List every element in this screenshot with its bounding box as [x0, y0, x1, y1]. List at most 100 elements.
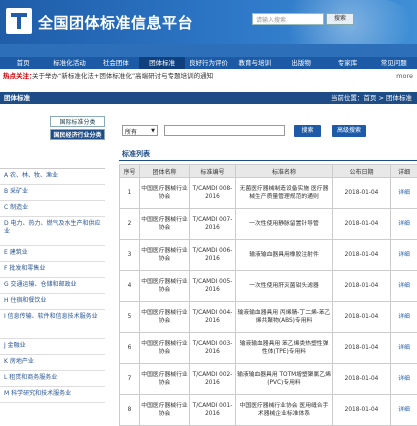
- header-banner: 全国团体标准信息平台 请输入搜索 搜索: [0, 0, 417, 44]
- category-item[interactable]: I 信息传输、软件和信息技术服务业: [0, 310, 105, 339]
- cell-name[interactable]: 无菌医疗器械制造设备实施 医疗器械生产质量管理规范的通则: [236, 178, 333, 209]
- section-title: 团体标准: [4, 92, 30, 104]
- hot-label: 热点关注：: [3, 71, 36, 81]
- cell-org: 中国医疗器械行业协会: [140, 333, 190, 364]
- col-header-name: 标准名称: [236, 165, 333, 178]
- search-button[interactable]: 搜索: [294, 125, 321, 137]
- site-title: 全国团体标准信息平台: [38, 12, 193, 33]
- detail-link[interactable]: 详细: [391, 364, 417, 395]
- category-item[interactable]: H 住宿和餐饮业: [0, 294, 105, 310]
- detail-link[interactable]: 详细: [391, 209, 417, 240]
- nav-item-activities[interactable]: 标准化活动: [46, 57, 92, 69]
- table-row: 2中国医疗器械行业协会T/CAMDI 007-2016一次性使用静脉留置针导管2…: [120, 209, 417, 240]
- col-header-date: 公布日期: [333, 165, 391, 178]
- cell-date: 2018-01-04: [333, 178, 391, 209]
- category-item[interactable]: B 采矿业: [0, 185, 105, 201]
- classification-tabs: 国际标准分类 国民经济行业分类: [50, 116, 105, 142]
- nav-item-evaluation[interactable]: 良好行为评价: [185, 57, 231, 69]
- detail-link[interactable]: 详细: [391, 240, 417, 271]
- nav-item-standards[interactable]: 团体标准: [139, 57, 185, 69]
- cell-org: 中国医疗器械行业协会: [140, 240, 190, 271]
- cell-code: T/CAMDI 007-2016: [190, 209, 236, 240]
- category-item[interactable]: D 电力、热力、燃气及水生产和供应业: [0, 217, 105, 246]
- chevron-down-icon: ▼: [151, 128, 155, 134]
- category-item[interactable]: J 金融业: [0, 339, 105, 355]
- cell-code: T/CAMDI 006-2016: [190, 240, 236, 271]
- cell-no: 7: [120, 364, 140, 395]
- site-logo[interactable]: [6, 8, 32, 34]
- category-item[interactable]: L 租赁和商务服务业: [0, 371, 105, 387]
- cell-no: 2: [120, 209, 140, 240]
- cell-date: 2018-01-04: [333, 209, 391, 240]
- cell-org: 中国医疗器械行业协会: [140, 209, 190, 240]
- cell-date: 2018-01-04: [333, 333, 391, 364]
- detail-link[interactable]: 详细: [391, 395, 417, 426]
- cell-code: T/CAMDI 002-2016: [190, 364, 236, 395]
- category-list: A 农、林、牧、渔业 B 采矿业 C 制造业 D 电力、热力、燃气及水生产和供应…: [0, 168, 105, 403]
- scope-select[interactable]: 所有 ▼: [122, 125, 158, 136]
- cell-name[interactable]: 输液输血器具用 丙烯腈-丁二烯-苯乙烯共聚物(ABS)专用料: [236, 302, 333, 333]
- nav-item-training[interactable]: 教育与培训: [232, 57, 278, 69]
- category-item[interactable]: C 制造业: [0, 201, 105, 217]
- col-header-code: 标准编号: [190, 165, 236, 178]
- detail-link[interactable]: 详细: [391, 178, 417, 209]
- table-row: 6中国医疗器械行业协会T/CAMDI 003-2016输液输血器具用 苯乙烯类热…: [120, 333, 417, 364]
- cell-no: 5: [120, 302, 140, 333]
- keyword-input[interactable]: [164, 125, 285, 136]
- detail-link[interactable]: 详细: [391, 302, 417, 333]
- cell-name[interactable]: 输液输血器具用 苯乙烯类热塑性弹性体(TPE)专用料: [236, 333, 333, 364]
- cell-code: T/CAMDI 005-2016: [190, 271, 236, 302]
- standards-table: 序号 团体名称 标准编号 标准名称 公布日期 详细 1中国医疗器械行业协会T/C…: [119, 164, 417, 426]
- cell-org: 中国医疗器械行业协会: [140, 395, 190, 426]
- table-row: 7中国医疗器械行业协会T/CAMDI 002-2016输液输血器具用 TOTM增…: [120, 364, 417, 395]
- cell-name[interactable]: 输液输血器具用 TOTM增塑聚氯乙烯(PVC)专用料: [236, 364, 333, 395]
- nav-item-faq[interactable]: 常见问题: [371, 57, 417, 69]
- cell-code: T/CAMDI 004-2016: [190, 302, 236, 333]
- category-item[interactable]: G 交通运输、仓储和邮政业: [0, 278, 105, 294]
- cell-code: T/CAMDI 008-2016: [190, 178, 236, 209]
- cell-name[interactable]: 中国医疗器械行业协会 医用缝合手术器械企业标准体系: [236, 395, 333, 426]
- hot-news-link[interactable]: 关于举办“新标准化法+团体标准化”高端研讨与专题培训的通知: [32, 71, 213, 81]
- cell-name[interactable]: 一次性使用静脉留置针导管: [236, 209, 333, 240]
- cell-name[interactable]: 一次性使用肝灭菌钳头滤器: [236, 271, 333, 302]
- advanced-search-button[interactable]: 高级搜索: [332, 125, 366, 137]
- table-row: 8中国医疗器械行业协会T/CAMDI 001-2016中国医疗器械行业协会 医用…: [120, 395, 417, 426]
- cell-date: 2018-01-04: [333, 240, 391, 271]
- nav-item-organizations[interactable]: 社会团体: [93, 57, 139, 69]
- section-header: 团体标准 当前位置：首页 > 团体标准: [0, 92, 417, 104]
- cell-code: T/CAMDI 003-2016: [190, 333, 236, 364]
- table-header-row: 序号 团体名称 标准编号 标准名称 公布日期 详细: [120, 165, 417, 178]
- breadcrumb: 当前位置：首页 > 团体标准: [331, 92, 412, 104]
- more-link[interactable]: more: [396, 71, 413, 81]
- nav-item-experts[interactable]: 专家库: [324, 57, 370, 69]
- cell-name[interactable]: 输液输血器具用橡胶注射件: [236, 240, 333, 271]
- cell-org: 中国医疗器械行业协会: [140, 271, 190, 302]
- cell-org: 中国医疗器械行业协会: [140, 178, 190, 209]
- site-search-input[interactable]: 请输入搜索: [252, 13, 324, 25]
- hot-news-bar: 热点关注： 关于举办“新标准化法+团体标准化”高端研讨与专题培训的通知 more: [0, 71, 417, 81]
- cell-org: 中国医疗器械行业协会: [140, 364, 190, 395]
- site-search-button[interactable]: 搜索: [326, 13, 354, 25]
- tab-ics[interactable]: 国际标准分类: [50, 116, 105, 127]
- nav-item-publications[interactable]: 出版物: [278, 57, 324, 69]
- scope-select-value: 所有: [125, 129, 137, 136]
- category-item[interactable]: M 科学研究和技术服务业: [0, 387, 105, 403]
- tab-industry[interactable]: 国民经济行业分类: [50, 129, 105, 140]
- standards-panel: 所有 ▼ 搜索 高级搜索 标准列表 序号 团体名称 标准编号 标准名称 公布日期…: [112, 116, 417, 411]
- divider: [119, 160, 417, 161]
- nav-strip: [0, 44, 417, 57]
- detail-link[interactable]: 详细: [391, 271, 417, 302]
- category-item[interactable]: A 农、林、牧、渔业: [0, 169, 105, 185]
- category-item[interactable]: E 建筑业: [0, 246, 105, 262]
- detail-link[interactable]: 详细: [391, 333, 417, 364]
- cell-no: 8: [120, 395, 140, 426]
- table-row: 1中国医疗器械行业协会T/CAMDI 008-2016无菌医疗器械制造设备实施 …: [120, 178, 417, 209]
- cell-date: 2018-01-04: [333, 364, 391, 395]
- cell-date: 2018-01-04: [333, 302, 391, 333]
- col-header-no: 序号: [120, 165, 140, 178]
- cell-no: 4: [120, 271, 140, 302]
- category-item[interactable]: K 房地产业: [0, 355, 105, 371]
- category-item[interactable]: F 批发和零售业: [0, 262, 105, 278]
- nav-item-home[interactable]: 首页: [0, 57, 46, 69]
- category-sidebar: 国际标准分类 国民经济行业分类 A 农、林、牧、渔业 B 采矿业 C 制造业 D…: [0, 116, 105, 411]
